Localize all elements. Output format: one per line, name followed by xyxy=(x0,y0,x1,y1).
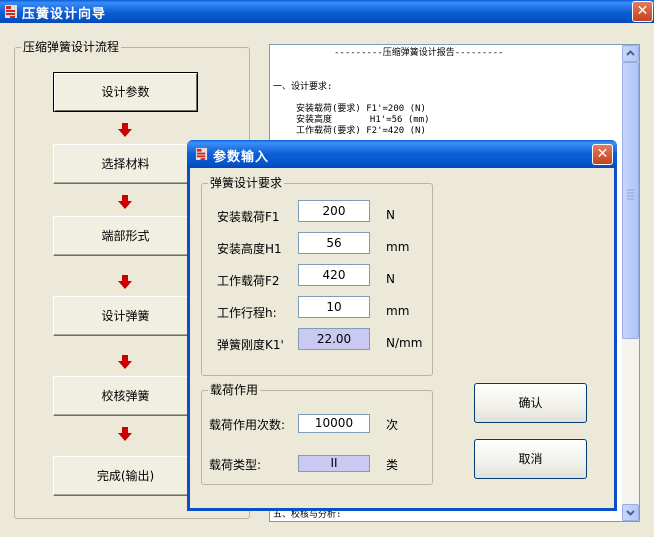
load-action-legend: 载荷作用 xyxy=(208,383,261,397)
report-scrollbar[interactable] xyxy=(622,45,639,521)
spring-rate-output: 22.00 xyxy=(298,328,370,350)
cancel-button[interactable]: 取消 xyxy=(474,439,587,479)
report-header: ---------压缩弹簧设计报告--------- xyxy=(334,48,504,58)
step-check-spring-button[interactable]: 校核弹簧 xyxy=(53,376,198,416)
install-height-unit: mm xyxy=(386,240,410,254)
install-height-input[interactable]: 56 xyxy=(298,232,370,254)
work-load-label: 工作载荷F2 xyxy=(217,274,280,288)
step-end-type-button[interactable]: 端部形式 xyxy=(53,216,198,256)
report-line: 工作载荷(要求) F2'=420 (N) xyxy=(296,126,426,136)
arrow-down-icon xyxy=(118,195,132,209)
report-section-1: 一、设计要求: xyxy=(273,82,333,92)
install-load-label: 安装载荷F1 xyxy=(217,210,280,224)
work-load-input[interactable]: 420 xyxy=(298,264,370,286)
report-footer: 五、校核与分析: xyxy=(273,510,342,520)
window-titlebar: 压簧设计向导 ✕ xyxy=(0,0,654,23)
confirm-button[interactable]: 确认 xyxy=(474,383,587,423)
report-line: 安装高度 H1'=56 (mm) xyxy=(296,115,430,125)
step-finish-output-button[interactable]: 完成(输出) xyxy=(53,456,198,496)
load-type-output: II xyxy=(298,455,370,472)
chevron-up-icon xyxy=(626,50,635,56)
report-line: 安装载荷(要求) F1'=200 (N) xyxy=(296,104,426,114)
arrow-down-icon xyxy=(118,123,132,137)
arrow-down-icon xyxy=(118,275,132,289)
chevron-down-icon xyxy=(626,510,635,516)
dialog-close-button[interactable]: ✕ xyxy=(592,144,613,165)
app-icon xyxy=(5,5,17,18)
spring-requirements-legend: 弹簧设计要求 xyxy=(208,176,285,190)
install-height-label: 安装高度H1 xyxy=(217,242,282,256)
dialog-titlebar: 参数输入 ✕ xyxy=(187,140,617,168)
work-stroke-input[interactable]: 10 xyxy=(298,296,370,318)
install-load-input[interactable]: 200 xyxy=(298,200,370,222)
load-cycles-unit: 次 xyxy=(386,418,399,432)
install-load-unit: N xyxy=(386,208,395,222)
load-type-label: 载荷类型: xyxy=(209,458,262,472)
step-design-params-button[interactable]: 设计参数 xyxy=(53,72,198,112)
scroll-down-button[interactable] xyxy=(622,504,639,521)
scroll-up-button[interactable] xyxy=(622,45,639,62)
scroll-thumb[interactable] xyxy=(622,62,639,339)
grip-icon xyxy=(627,189,634,200)
load-cycles-label: 载荷作用次数: xyxy=(209,418,286,432)
app-icon xyxy=(195,147,208,161)
arrow-down-icon xyxy=(118,427,132,441)
step-select-material-button[interactable]: 选择材料 xyxy=(53,144,198,184)
work-stroke-unit: mm xyxy=(386,304,410,318)
load-type-unit: 类 xyxy=(386,458,399,472)
work-stroke-label: 工作行程h: xyxy=(217,306,277,320)
flow-legend: 压缩弹簧设计流程 xyxy=(21,40,122,54)
arrow-down-icon xyxy=(118,355,132,369)
param-input-dialog: 参数输入 ✕ 弹簧设计要求 安装载荷F1 200 N 安装高度H1 56 mm … xyxy=(187,140,617,511)
window-title: 压簧设计向导 xyxy=(22,7,107,22)
work-load-unit: N xyxy=(386,272,395,286)
spring-rate-label: 弹簧刚度K1' xyxy=(217,338,284,352)
window-close-button[interactable]: ✕ xyxy=(632,1,653,22)
dialog-title: 参数输入 xyxy=(213,150,270,165)
load-cycles-input[interactable]: 10000 xyxy=(298,414,370,433)
step-design-spring-button[interactable]: 设计弹簧 xyxy=(53,296,198,336)
spring-rate-unit: N/mm xyxy=(386,336,423,350)
